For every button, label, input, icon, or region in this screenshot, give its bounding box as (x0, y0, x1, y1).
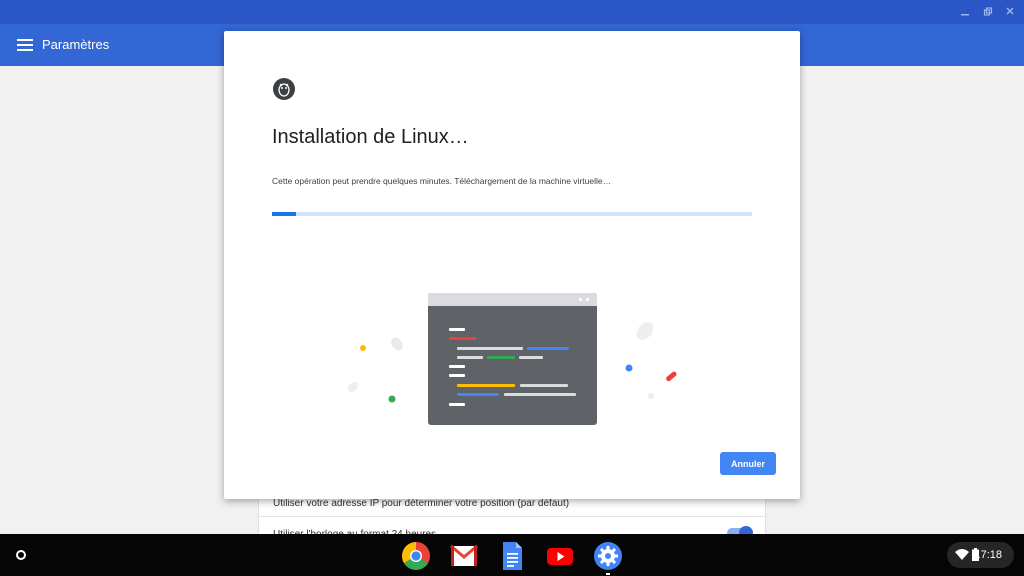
ip-location-setting[interactable]: Utiliser votre adresse IP pour détermine… (273, 498, 569, 509)
docs-icon[interactable] (497, 541, 527, 571)
hamburger-menu-icon[interactable] (17, 39, 33, 51)
terminal-titlebar (428, 293, 597, 306)
linux-penguin-icon (273, 78, 295, 100)
linux-install-dialog: Installation de Linux… Cette opération p… (224, 31, 800, 499)
divider (259, 516, 765, 517)
dialog-message: Cette opération peut prendre quelques mi… (272, 176, 612, 186)
launcher-icon[interactable] (9, 543, 33, 567)
cancel-button[interactable]: Annuler (720, 452, 776, 475)
status-tray[interactable]: 17:18 (947, 542, 1014, 568)
dialog-title: Installation de Linux… (272, 126, 469, 148)
gmail-icon[interactable] (449, 541, 479, 571)
wifi-icon (955, 549, 969, 560)
progress-bar (272, 212, 752, 216)
minimize-icon[interactable] (958, 6, 972, 18)
progress-fill (272, 212, 296, 216)
restore-icon[interactable] (981, 6, 995, 18)
shelf: 17:18 (0, 534, 1024, 576)
page-title: Paramètres (42, 37, 110, 52)
window-titlebar (0, 0, 1024, 24)
clock: 17:18 (974, 549, 1002, 561)
youtube-icon[interactable] (545, 541, 575, 571)
settings-icon[interactable] (593, 541, 623, 575)
chrome-icon[interactable] (401, 541, 431, 571)
close-icon[interactable] (1003, 6, 1017, 18)
terminal-illustration (324, 276, 704, 446)
terminal-window-graphic (428, 293, 597, 425)
